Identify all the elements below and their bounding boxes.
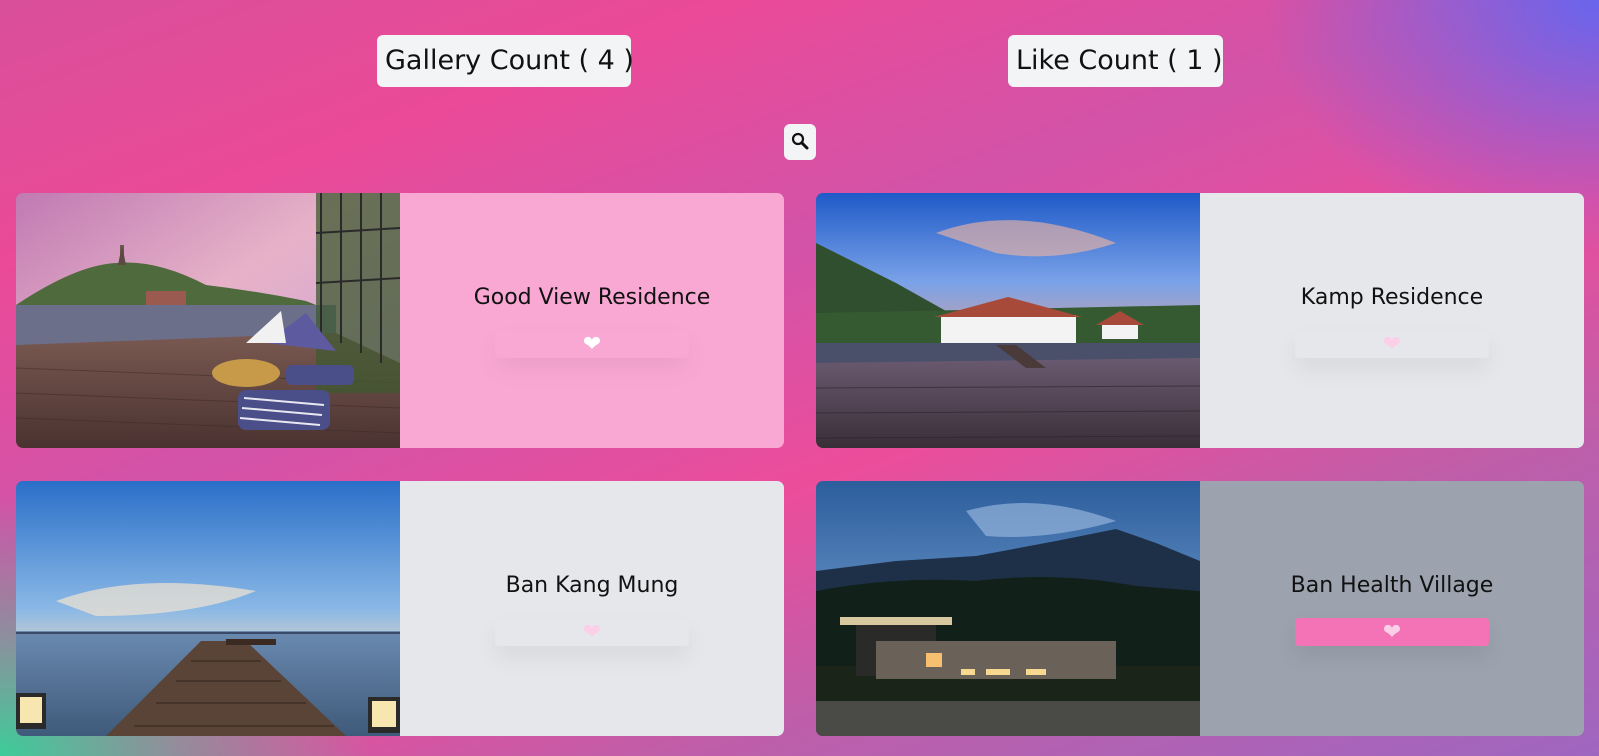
gallery-photo [16,481,400,736]
card-body: Ban Health Village ❤ [1200,481,1584,736]
card-body: Good View Residence ❤ [400,193,784,448]
card-title: Ban Kang Mung [505,573,679,598]
search-button[interactable] [784,124,816,160]
heart-icon: ❤ [1382,619,1402,644]
like-button[interactable]: ❤ [1295,330,1489,358]
gallery-photo [816,481,1200,736]
heart-icon: ❤ [582,619,602,644]
gallery-card: Ban Health Village ❤ [816,481,1584,736]
card-title: Good View Residence [473,285,711,310]
card-title: Kamp Residence [1300,285,1484,310]
card-body: Ban Kang Mung ❤ [400,481,784,736]
gallery-card: Kamp Residence ❤ [816,193,1584,448]
like-button[interactable]: ❤ [495,330,689,358]
gallery-count-badge: Gallery Count ( 4 ) [377,35,634,87]
gallery-photo [816,193,1200,448]
heart-icon: ❤ [1382,331,1402,356]
card-body: Kamp Residence ❤ [1200,193,1584,448]
gallery-photo [16,193,400,448]
like-count-badge: Like Count ( 1 ) [1008,35,1223,87]
like-button[interactable]: ❤ [495,618,689,646]
gallery-card: Good View Residence ❤ [16,193,784,448]
search-icon [791,132,809,153]
gallery-card: Ban Kang Mung ❤ [16,481,784,736]
card-title: Ban Health Village [1290,573,1494,598]
heart-icon: ❤ [582,331,602,356]
like-button[interactable]: ❤ [1295,618,1489,646]
